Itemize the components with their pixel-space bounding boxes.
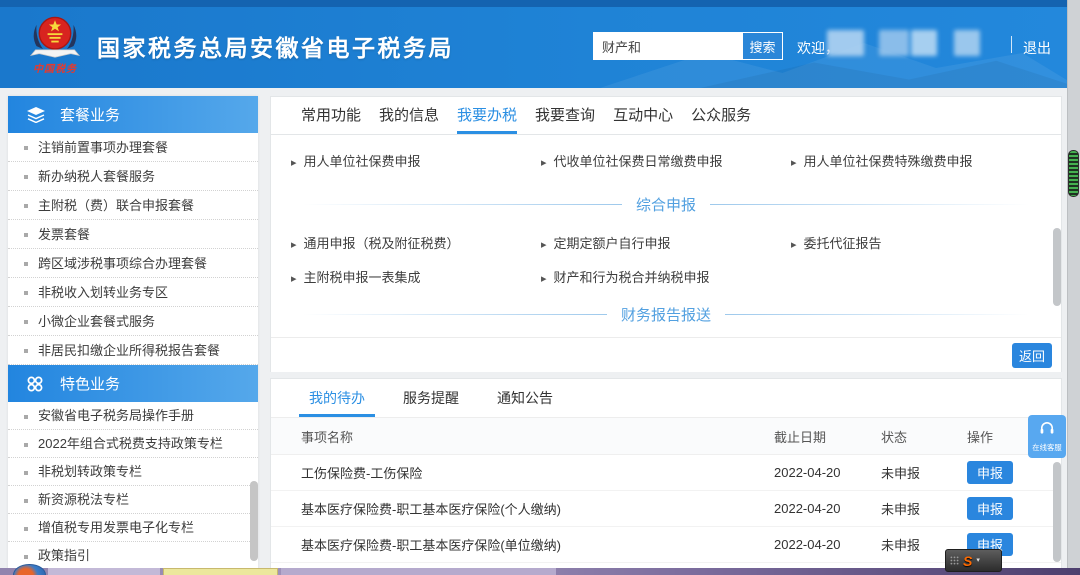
layers-icon [27, 107, 45, 123]
logout-link[interactable]: 退出 [1023, 38, 1051, 58]
taskbar-window-segment[interactable] [281, 568, 556, 575]
sogou-logo-icon: S [963, 554, 972, 568]
sidebar-item-policy-guide[interactable]: 政策指引 [8, 542, 258, 570]
todo-table-header: 事项名称 截止日期 状态 操作 [271, 418, 1061, 455]
sidebar-item-nonresident-withholding[interactable]: 非居民扣缴企业所得税报告套餐 [8, 336, 258, 365]
browser-scrollbar-track[interactable] [1067, 0, 1080, 575]
panel-footer: 返回 [271, 337, 1061, 372]
link-collecting-unit-daily-payment[interactable]: 代收单位社保费日常缴费申报 [541, 151, 791, 170]
taskbar-active-window-segment[interactable] [163, 568, 278, 575]
column-header-item-name: 事项名称 [271, 427, 774, 446]
todo-deadline: 2022-04-20 [774, 537, 881, 552]
back-button[interactable]: 返回 [1012, 343, 1052, 368]
social-insurance-links-row: 用人单位社保费申报 代收单位社保费日常缴费申报 用人单位社保费特殊缴费申报 [271, 143, 1061, 177]
header-top-strip [0, 0, 1080, 7]
page-title: 国家税务总局安徽省电子税务局 [97, 29, 454, 63]
link-main-additional-tax-integration[interactable]: 主附税申报一表集成 [291, 267, 541, 286]
sidebar-item-vat-einvoice[interactable]: 增值税专用发票电子化专栏 [8, 514, 258, 542]
site-header: 中国税务 国家税务总局安徽省电子税务局 搜索 欢迎， 退出 [0, 0, 1080, 88]
sidebar: 套餐业务 注销前置事项办理套餐 新办纳税人套餐服务 主附税（费）联合申报套餐 发… [8, 96, 258, 575]
customer-service-label: 在线客服 [1032, 442, 1061, 452]
sidebar-item-cross-region-package[interactable]: 跨区域涉税事项综合办理套餐 [8, 249, 258, 278]
todo-panel: 我的待办 服务提醒 通知公告 事项名称 截止日期 状态 操作 工伤保险费-工伤保… [270, 378, 1062, 575]
todo-tab-bar: 我的待办 服务提醒 通知公告 [271, 379, 1061, 418]
todo-item-name: 基本医疗保险费-职工基本医疗保险(个人缴纳) [271, 499, 774, 518]
divider-comprehensive-declaration: 综合申报 [271, 192, 1061, 216]
divider-financial-report: 财务报告报送 [271, 302, 1061, 326]
search-input[interactable] [593, 32, 742, 60]
tab-my-info[interactable]: 我的信息 [379, 97, 439, 134]
column-header-deadline: 截止日期 [774, 427, 881, 446]
sidebar-section-title: 特色业务 [60, 373, 120, 394]
sidebar-item-joint-declaration-package[interactable]: 主附税（费）联合申报套餐 [8, 191, 258, 220]
tab-public-service[interactable]: 公众服务 [691, 97, 751, 134]
sidebar-item-new-taxpayer-package[interactable]: 新办纳税人套餐服务 [8, 162, 258, 191]
status-badge: 未申报 [881, 463, 967, 482]
functions-panel: 常用功能 我的信息 我要办税 我要查询 互动中心 公众服务 用人单位社保费申报 … [270, 96, 1062, 372]
content-scrollbar-thumb-upper[interactable] [1053, 228, 1061, 306]
table-row: 基本医疗保险费-职工基本医疗保险(个人缴纳) 2022-04-20 未申报 申报 [271, 491, 1061, 527]
tab-interaction-center[interactable]: 互动中心 [613, 97, 673, 134]
todo-item-name: 工伤保险费-工伤保险 [271, 463, 774, 482]
link-property-behavior-tax-combined[interactable]: 财产和行为税合并纳税申报 [541, 267, 791, 286]
ime-menu-caret-icon: ▾ [976, 557, 980, 564]
redacted-username-block [954, 30, 980, 56]
tab-inquiry[interactable]: 我要查询 [535, 97, 595, 134]
link-entrusted-collection-report[interactable]: 委托代征报告 [791, 233, 1041, 252]
desktop-taskbar [0, 568, 1080, 575]
comprehensive-links-row-2: 主附税申报一表集成 财产和行为税合并纳税申报 [271, 259, 1061, 293]
tab-service-reminder[interactable]: 服务提醒 [393, 379, 469, 417]
table-row: 基本医疗保险费-职工基本医疗保险(单位缴纳) 2022-04-20 未申报 申报 [271, 527, 1061, 563]
link-fixed-quota-self-declaration[interactable]: 定期定额户自行申报 [541, 233, 791, 252]
sidebar-section-title: 套餐业务 [60, 104, 120, 125]
online-customer-service-button[interactable]: 在线客服 [1028, 415, 1066, 458]
browser-scrollbar-thumb[interactable] [1068, 150, 1079, 197]
declare-button[interactable]: 申报 [967, 461, 1013, 484]
status-badge: 未申报 [881, 499, 967, 518]
sogou-ime-toolbar[interactable]: S ▾ [945, 549, 1002, 572]
link-employer-special-payment[interactable]: 用人单位社保费特殊缴费申报 [791, 151, 1041, 170]
search-button[interactable]: 搜索 [742, 32, 783, 60]
sidebar-item-invoice-package[interactable]: 发票套餐 [8, 220, 258, 249]
tab-tax-handling[interactable]: 我要办税 [457, 97, 517, 134]
todo-item-name: 基本医疗保险费-职工基本医疗保险(单位缴纳) [271, 535, 774, 554]
sidebar-item-operation-manual[interactable]: 安徽省电子税务局操作手册 [8, 402, 258, 430]
tab-notices[interactable]: 通知公告 [487, 379, 563, 417]
tax-bureau-logo: 中国税务 [22, 11, 88, 75]
apps-icon [27, 376, 45, 392]
sidebar-item-2022-tax-policy[interactable]: 2022年组合式税费支持政策专栏 [8, 430, 258, 458]
redacted-username-block [827, 30, 864, 56]
headset-icon [1039, 421, 1055, 440]
todo-deadline: 2022-04-20 [774, 501, 881, 516]
sidebar-scrollbar-thumb[interactable] [250, 481, 258, 561]
sidebar-item-resource-tax-law[interactable]: 新资源税法专栏 [8, 486, 258, 514]
todo-deadline: 2022-04-20 [774, 465, 881, 480]
sidebar-item-nontax-policy[interactable]: 非税划转政策专栏 [8, 458, 258, 486]
sidebar-item-cancellation-package[interactable]: 注销前置事项办理套餐 [8, 133, 258, 162]
content-scrollbar-thumb-lower[interactable] [1053, 462, 1061, 562]
link-general-declaration[interactable]: 通用申报（税及附征税费） [291, 233, 541, 252]
tax-emblem-icon [22, 11, 88, 61]
sidebar-item-nontax-transfer-zone[interactable]: 非税收入划转业务专区 [8, 278, 258, 307]
logout-divider [1011, 36, 1012, 53]
redacted-username-block [911, 30, 937, 56]
sidebar-item-small-business-service[interactable]: 小微企业套餐式服务 [8, 307, 258, 336]
link-employer-social-insurance[interactable]: 用人单位社保费申报 [291, 151, 541, 170]
logo-caption: 中国税务 [22, 60, 88, 75]
main-tab-bar: 常用功能 我的信息 我要办税 我要查询 互动中心 公众服务 [271, 97, 1061, 135]
column-header-status: 状态 [881, 427, 967, 446]
sidebar-section-featured: 特色业务 [8, 365, 258, 402]
redacted-username-block [879, 30, 909, 56]
divider-label: 综合申报 [622, 194, 710, 215]
taskbar-window-segment[interactable] [48, 568, 160, 575]
header-search: 搜索 [593, 32, 783, 60]
comprehensive-links-row-1: 通用申报（税及附征税费） 定期定额户自行申报 委托代征报告 [271, 225, 1061, 259]
declare-button[interactable]: 申报 [967, 497, 1013, 520]
tab-my-todo[interactable]: 我的待办 [299, 379, 375, 417]
drag-handle-icon [950, 552, 959, 570]
divider-label: 财务报告报送 [607, 304, 725, 325]
tab-common-functions[interactable]: 常用功能 [301, 97, 361, 134]
table-row: 工伤保险费-工伤保险 2022-04-20 未申报 申报 [271, 455, 1061, 491]
sidebar-section-packages: 套餐业务 [8, 96, 258, 133]
